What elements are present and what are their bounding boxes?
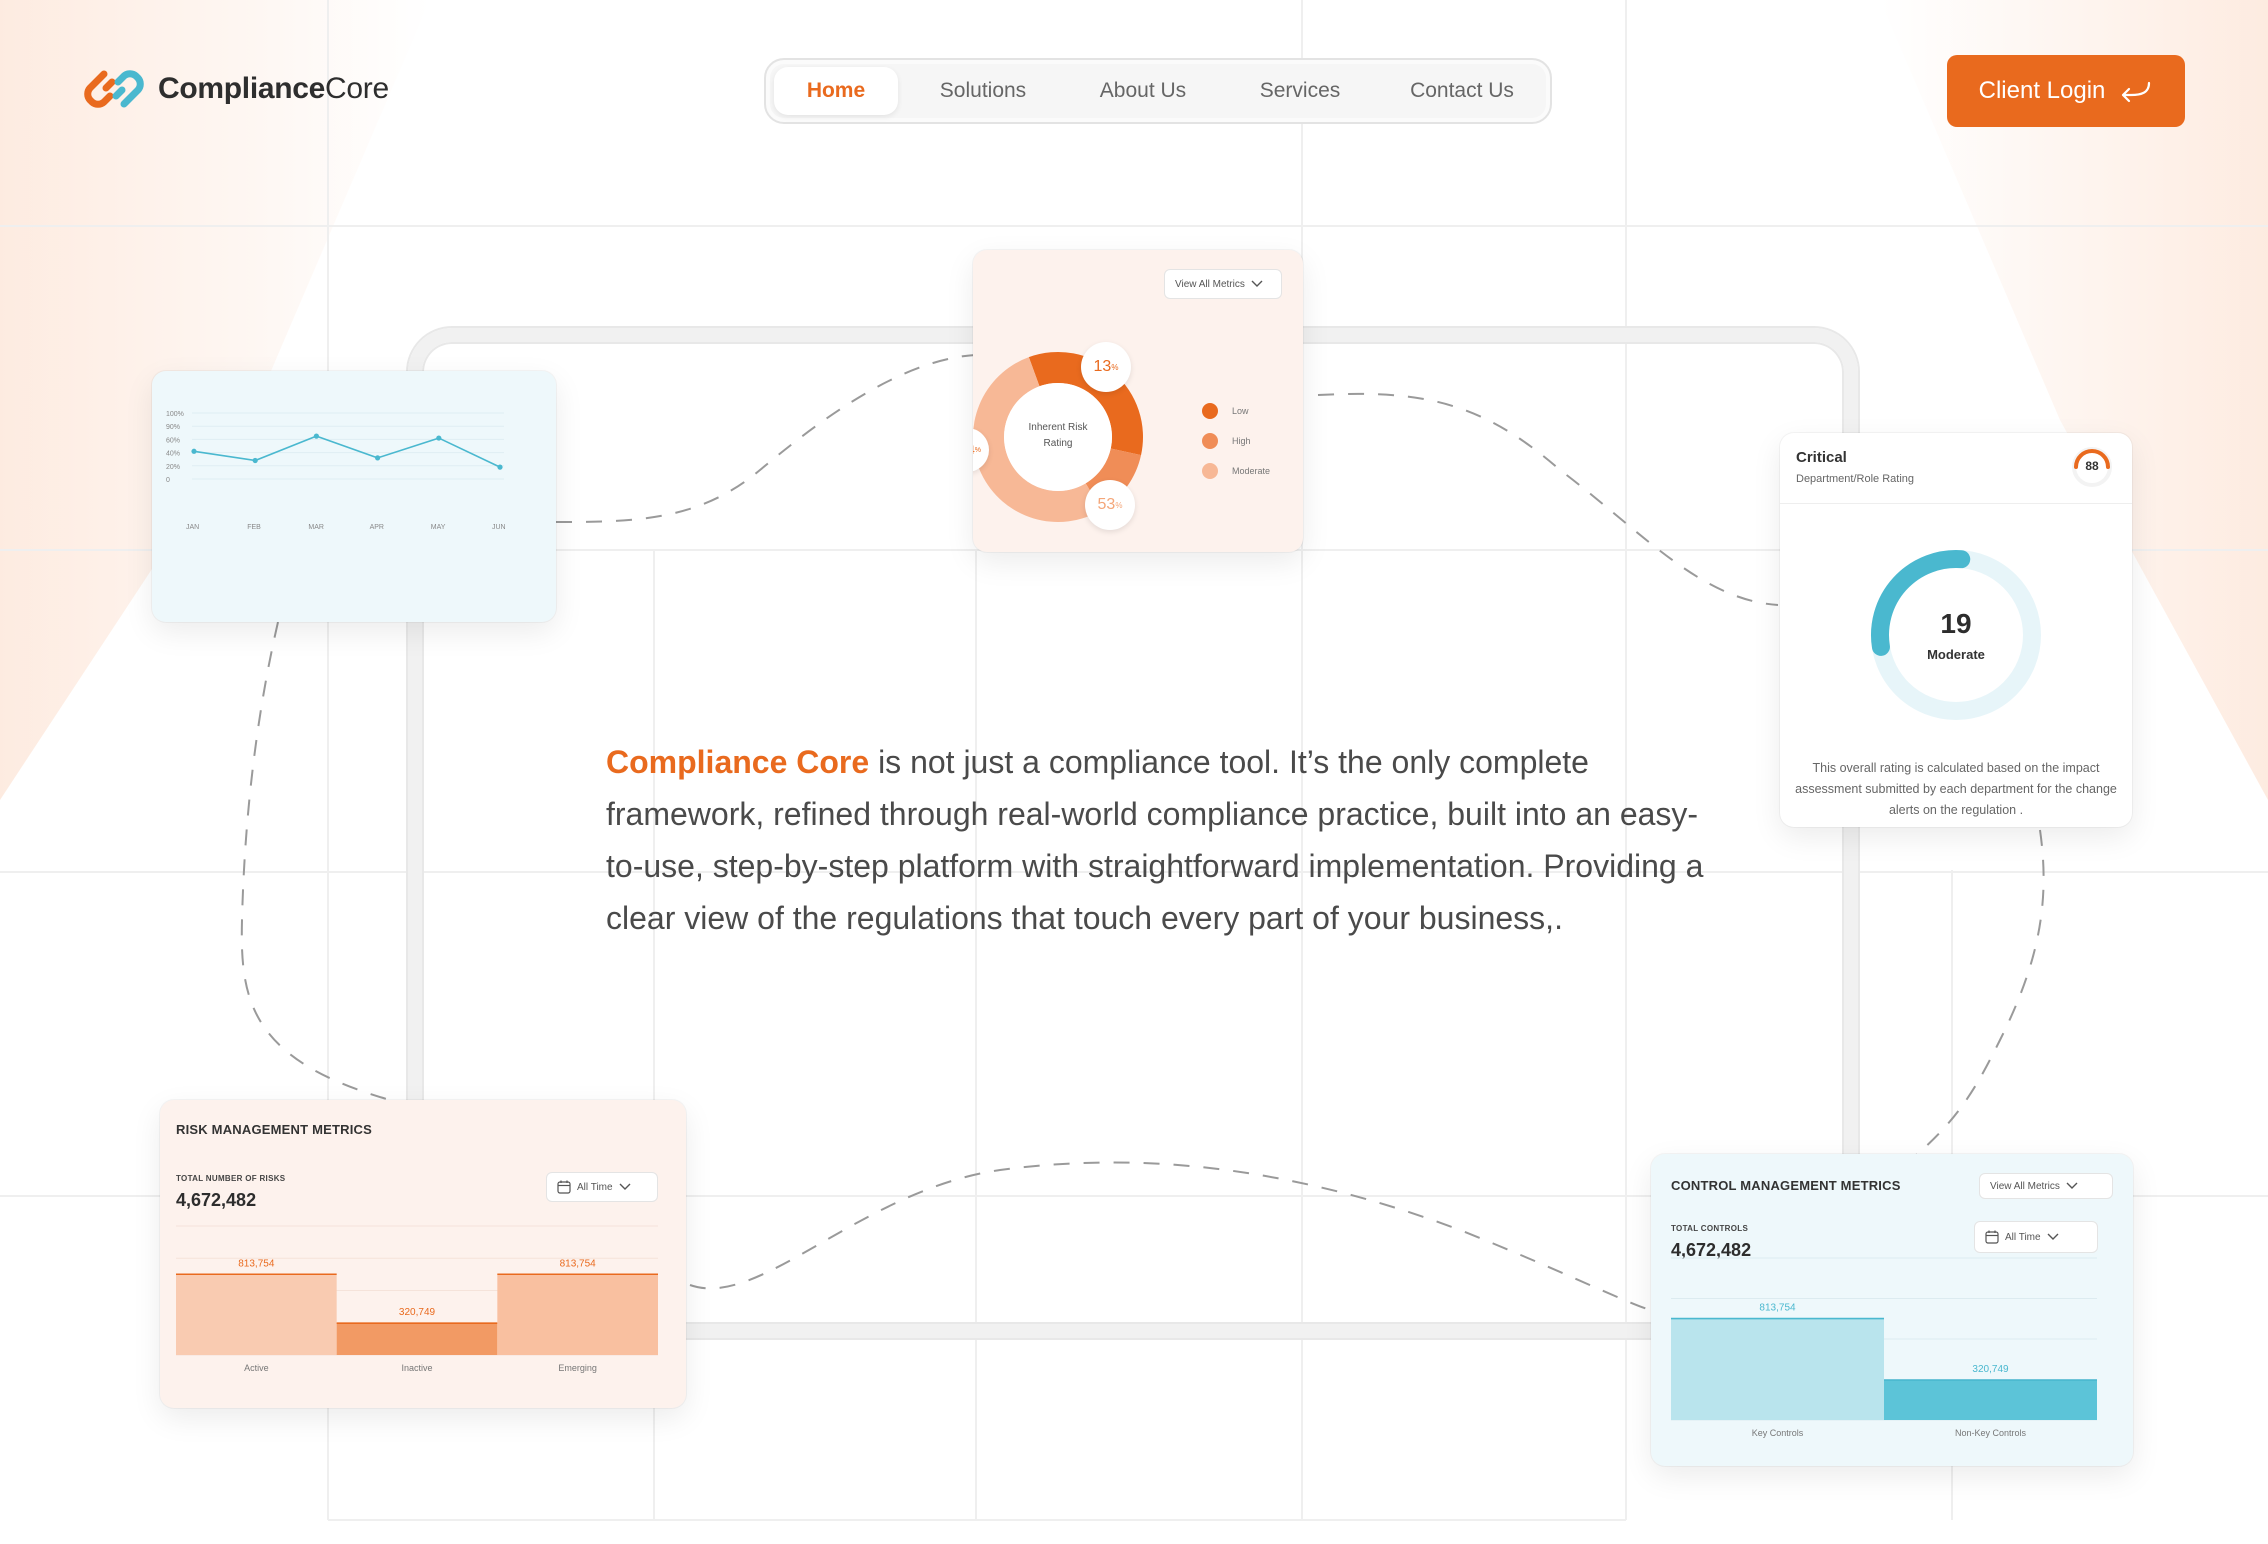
line-chart-card[interactable]: 100% 90% 60% 40% 20% 0 JAN FEB MAR APR MAY JUN bbox=[152, 371, 556, 622]
main-nav: Home Solutions About Us Services Contact… bbox=[764, 58, 1552, 124]
bar-value-label: 320,749 bbox=[399, 1307, 436, 1318]
x-tick-label: JUN bbox=[492, 524, 506, 531]
donut-center-label-2: Rating bbox=[1043, 438, 1073, 449]
view-all-metrics-label: View All Metrics bbox=[1175, 278, 1245, 290]
line-point bbox=[191, 448, 197, 454]
line-point bbox=[375, 455, 381, 461]
chain-link-icon bbox=[84, 70, 144, 108]
client-login-label: Client Login bbox=[1978, 77, 2106, 104]
bar-value-label: 813,754 bbox=[560, 1258, 597, 1269]
nav-item-home[interactable]: Home bbox=[774, 67, 898, 115]
line-point bbox=[252, 457, 258, 464]
risk-bar-chart: 813,754 Active 320,749 Inactive 813,754 Emerg… bbox=[176, 1225, 658, 1373]
bubble-moderate: 53% bbox=[1085, 480, 1135, 530]
y-tick-label: 90% bbox=[166, 424, 180, 431]
bar-category-label: Key Controls bbox=[1752, 1428, 1804, 1438]
bar bbox=[176, 1274, 337, 1355]
rating-description: This overall rating is calculated based … bbox=[1795, 761, 2117, 817]
chevron-down-icon bbox=[1251, 280, 1263, 287]
brand-name: ComplianceCore bbox=[158, 72, 389, 105]
nav-item-about-us[interactable]: About Us bbox=[1068, 67, 1218, 115]
rating-value: 19 bbox=[1940, 608, 1972, 639]
line-point bbox=[436, 435, 442, 441]
y-tick-label: 100% bbox=[166, 411, 184, 418]
bar-category-label: Inactive bbox=[401, 1363, 432, 1373]
nav-item-services[interactable]: Services bbox=[1218, 67, 1382, 115]
donut-legend: Low High Moderate bbox=[1202, 396, 1270, 486]
nav-item-solutions[interactable]: Solutions bbox=[898, 67, 1068, 115]
bar-category-label: Active bbox=[244, 1363, 269, 1373]
x-tick-label: MAR bbox=[308, 524, 324, 531]
line-series bbox=[193, 435, 501, 468]
line-chart: 100% 90% 60% 40% 20% 0 JAN FEB MAR APR MAY JUN bbox=[166, 411, 506, 531]
bar-value-label: 813,754 bbox=[1759, 1303, 1796, 1314]
x-tick-label: MAY bbox=[431, 524, 446, 531]
hero-text: Compliance Core is not just a compliance… bbox=[606, 736, 1726, 944]
nav-item-contact-us[interactable]: Contact Us bbox=[1382, 67, 1542, 115]
department-rating-card[interactable]: Critical Department/Role Rating 88 19 Mo… bbox=[1780, 433, 2132, 827]
bar bbox=[1671, 1318, 1884, 1420]
bar bbox=[336, 1323, 498, 1355]
bar bbox=[497, 1274, 658, 1355]
legend-item-high: High bbox=[1202, 426, 1270, 456]
control-management-card[interactable]: CONTROL MANAGEMENT METRICS View All Metr… bbox=[1651, 1154, 2133, 1466]
x-tick-label: JAN bbox=[186, 524, 199, 531]
line-point bbox=[497, 464, 503, 470]
bar-value-label: 813,754 bbox=[238, 1258, 275, 1269]
bar bbox=[1884, 1380, 2097, 1420]
brand-logo[interactable]: ComplianceCore bbox=[82, 66, 389, 112]
view-all-metrics-dropdown[interactable]: View All Metrics bbox=[1164, 269, 1282, 299]
legend-item-low: Low bbox=[1202, 396, 1270, 426]
bar-value-label: 320,749 bbox=[1972, 1364, 2009, 1375]
rating-level: Moderate bbox=[1927, 647, 1985, 662]
legend-item-moderate: Moderate bbox=[1202, 456, 1270, 486]
bar-category-label: Non-Key Controls bbox=[1955, 1428, 2027, 1438]
line-point bbox=[313, 433, 319, 439]
x-tick-label: FEB bbox=[247, 524, 261, 531]
inherent-risk-card[interactable]: View All Metrics Inherent Risk Rating 13… bbox=[973, 250, 1303, 552]
bubble-high: 13% bbox=[1081, 342, 1131, 392]
y-tick-label: 20% bbox=[166, 464, 180, 471]
client-login-button[interactable]: Client Login bbox=[1947, 55, 2185, 127]
donut-center-label-1: Inherent Risk bbox=[1028, 422, 1088, 433]
risk-management-card[interactable]: RISK MANAGEMENT METRICS TOTAL NUMBER OF … bbox=[160, 1100, 686, 1408]
hero-brand: Compliance Core bbox=[606, 744, 870, 780]
y-tick-label: 40% bbox=[166, 451, 180, 458]
control-bar-chart: 813,754 Key Controls 320,749 Non-Key Contro… bbox=[1671, 1257, 2097, 1438]
x-tick-label: APR bbox=[370, 524, 384, 531]
return-arrow-icon bbox=[2122, 81, 2151, 103]
y-tick-label: 60% bbox=[166, 437, 180, 444]
bar-category-label: Emerging bbox=[558, 1363, 597, 1373]
y-tick-label: 0 bbox=[166, 477, 170, 484]
